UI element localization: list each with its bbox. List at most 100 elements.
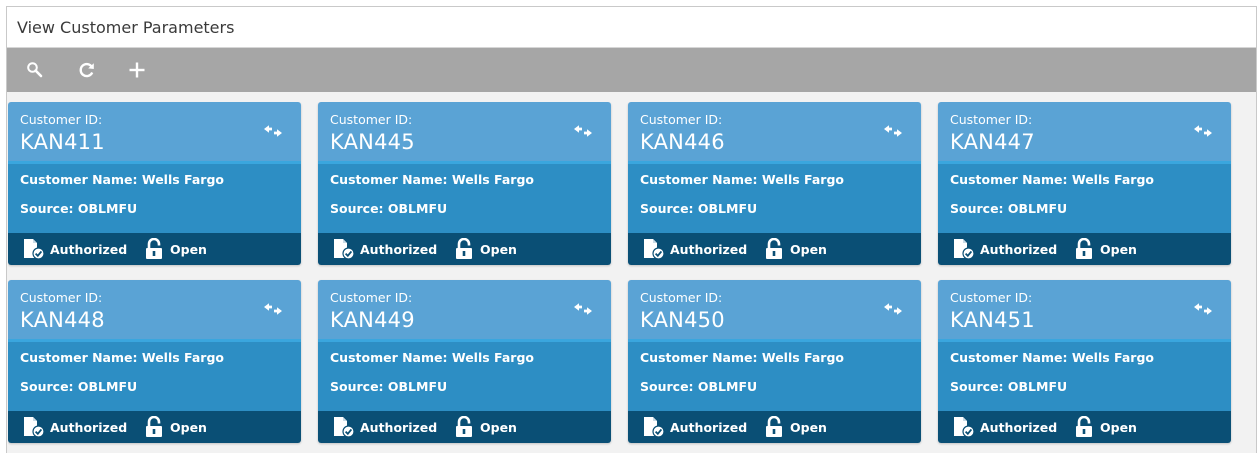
customer-id-label: Customer ID: — [950, 112, 1033, 127]
card-body: Customer Name: Wells Fargo Source: OBLMF… — [628, 164, 921, 233]
customer-id-label: Customer ID: — [20, 290, 103, 305]
auth-status: Authorized — [952, 238, 1072, 260]
source-row: Source: OBLMFU — [330, 201, 611, 230]
customer-name-label: Customer Name: — [330, 172, 448, 187]
unlocked-padlock-icon — [1076, 416, 1092, 437]
customer-card-grid: Customer ID: KAN411 Customer Name: Wells… — [8, 102, 1246, 447]
card-footer: Authorized Open — [628, 233, 921, 265]
record-status: Open — [1072, 416, 1137, 438]
record-status: Open — [142, 238, 207, 260]
card-header: Customer ID: KAN445 — [318, 102, 611, 164]
swap-arrows-icon[interactable] — [573, 124, 593, 138]
customer-name-label: Customer Name: — [640, 172, 758, 187]
record-status-text: Open — [170, 419, 207, 435]
unlocked-padlock-icon — [146, 238, 162, 259]
add-button[interactable] — [117, 48, 157, 92]
customer-name-label: Customer Name: — [950, 350, 1068, 365]
customer-card[interactable]: Customer ID: KAN449 Customer Name: Wells… — [318, 280, 611, 443]
card-footer: Authorized Open — [318, 233, 611, 265]
source-row: Source: OBLMFU — [640, 379, 921, 408]
source-row: Source: OBLMFU — [640, 201, 921, 230]
customer-card[interactable]: Customer ID: KAN448 Customer Name: Wells… — [8, 280, 301, 443]
customer-id-label: Customer ID: — [330, 112, 413, 127]
customer-id-value: KAN445 — [330, 130, 415, 154]
source-value: OBLMFU — [1007, 379, 1068, 394]
customer-card[interactable]: Customer ID: KAN451 Customer Name: Wells… — [938, 280, 1231, 443]
swap-arrows-icon[interactable] — [263, 124, 283, 138]
customer-id-value: KAN448 — [20, 308, 105, 332]
swap-arrows-icon[interactable] — [263, 302, 283, 316]
card-body: Customer Name: Wells Fargo Source: OBLMF… — [938, 164, 1231, 233]
authorized-document-icon — [334, 417, 355, 438]
card-header: Customer ID: KAN446 — [628, 102, 921, 164]
customer-card[interactable]: Customer ID: KAN450 Customer Name: Wells… — [628, 280, 921, 443]
swap-arrows-icon[interactable] — [1193, 302, 1213, 316]
auth-status-text: Authorized — [50, 419, 128, 435]
refresh-button[interactable] — [67, 48, 107, 92]
source-row: Source: OBLMFU — [20, 379, 301, 408]
auth-status-text: Authorized — [50, 241, 128, 257]
swap-arrows-icon[interactable] — [883, 124, 903, 138]
source-value: OBLMFU — [697, 379, 758, 394]
source-label: Source: — [330, 379, 384, 394]
card-header: Customer ID: KAN448 — [8, 280, 301, 342]
record-status: Open — [452, 416, 517, 438]
authorized-document-icon — [954, 417, 975, 438]
card-header: Customer ID: KAN411 — [8, 102, 301, 164]
card-body: Customer Name: Wells Fargo Source: OBLMF… — [8, 164, 301, 233]
record-status: Open — [762, 416, 827, 438]
record-status-text: Open — [480, 241, 517, 257]
unlocked-padlock-icon — [456, 238, 472, 259]
source-row: Source: OBLMFU — [20, 201, 301, 230]
page-title: View Customer Parameters — [17, 17, 235, 37]
card-header: Customer ID: KAN451 — [938, 280, 1231, 342]
card-footer: Authorized Open — [938, 233, 1231, 265]
source-row: Source: OBLMFU — [950, 201, 1231, 230]
auth-status-text: Authorized — [360, 241, 438, 257]
customer-name-row: Customer Name: Wells Fargo — [20, 350, 301, 379]
record-status: Open — [762, 238, 827, 260]
auth-status: Authorized — [642, 416, 762, 438]
card-footer: Authorized Open — [8, 233, 301, 265]
record-status-text: Open — [790, 241, 827, 257]
record-status: Open — [1072, 238, 1137, 260]
card-body: Customer Name: Wells Fargo Source: OBLMF… — [318, 342, 611, 411]
customer-name-value: Wells Fargo — [1071, 350, 1154, 365]
swap-arrows-icon[interactable] — [883, 302, 903, 316]
customer-name-row: Customer Name: Wells Fargo — [640, 350, 921, 379]
auth-status: Authorized — [22, 238, 142, 260]
auth-status-text: Authorized — [980, 419, 1058, 435]
authorized-document-icon — [334, 239, 355, 260]
customer-name-value: Wells Fargo — [451, 172, 534, 187]
card-footer: Authorized Open — [8, 411, 301, 443]
customer-name-value: Wells Fargo — [141, 350, 224, 365]
swap-arrows-icon[interactable] — [1193, 124, 1213, 138]
search-button[interactable] — [21, 48, 49, 92]
authorized-document-icon — [644, 417, 665, 438]
card-header: Customer ID: KAN449 — [318, 280, 611, 342]
customer-card[interactable]: Customer ID: KAN411 Customer Name: Wells… — [8, 102, 301, 265]
page-title-bar: View Customer Parameters — [7, 7, 1256, 48]
customer-name-label: Customer Name: — [20, 172, 138, 187]
customer-name-row: Customer Name: Wells Fargo — [950, 350, 1231, 379]
source-value: OBLMFU — [77, 201, 138, 216]
source-label: Source: — [20, 379, 74, 394]
customer-name-row: Customer Name: Wells Fargo — [330, 172, 611, 201]
card-header: Customer ID: KAN447 — [938, 102, 1231, 164]
auth-status: Authorized — [332, 238, 452, 260]
swap-arrows-icon[interactable] — [573, 302, 593, 316]
record-status: Open — [452, 238, 517, 260]
customer-name-row: Customer Name: Wells Fargo — [640, 172, 921, 201]
toolbar — [7, 48, 1256, 92]
customer-name-row: Customer Name: Wells Fargo — [330, 350, 611, 379]
customer-card[interactable]: Customer ID: KAN447 Customer Name: Wells… — [938, 102, 1231, 265]
auth-status: Authorized — [22, 416, 142, 438]
customer-name-value: Wells Fargo — [1071, 172, 1154, 187]
refresh-icon — [79, 62, 94, 78]
customer-card[interactable]: Customer ID: KAN446 Customer Name: Wells… — [628, 102, 921, 265]
auth-status-text: Authorized — [670, 241, 748, 257]
customer-card[interactable]: Customer ID: KAN445 Customer Name: Wells… — [318, 102, 611, 265]
customer-id-label: Customer ID: — [20, 112, 103, 127]
source-label: Source: — [20, 201, 74, 216]
source-label: Source: — [330, 201, 384, 216]
